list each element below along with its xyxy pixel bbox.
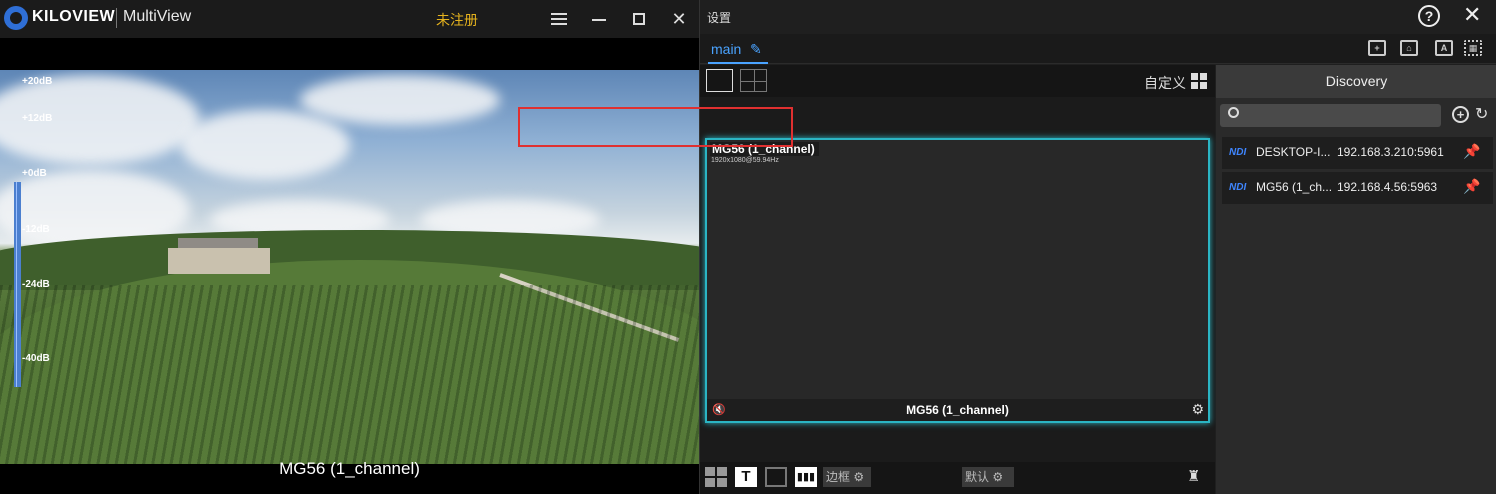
layout-toolbar: 自定义 (700, 65, 1215, 97)
db-label: +12dB (22, 113, 53, 124)
qr-icon[interactable]: ▦ (1464, 40, 1482, 56)
source-item[interactable]: NDI DESKTOP-I... 192.168.3.210:5961 📌 (1222, 137, 1493, 169)
db-label: -12dB (22, 224, 50, 235)
source-name: MG56 (1_ch... (1256, 180, 1333, 194)
discovery-panel: Discovery + ↻ NDI DESKTOP-I... 192.168.3… (1216, 65, 1496, 494)
db-label: +20dB (22, 76, 53, 87)
default-button[interactable]: 默认 ⚙ (962, 467, 1014, 487)
frame-icon[interactable] (765, 467, 787, 487)
cell-footer: 🔇 MG56 (1_channel) ⚙ (707, 399, 1208, 421)
refresh-icon[interactable]: ↻ (1475, 104, 1488, 124)
custom-layout-label[interactable]: 自定义 (1144, 73, 1186, 93)
close-icon[interactable]: ✕ (1463, 2, 1481, 28)
grid-icon[interactable] (1191, 73, 1207, 89)
source-item[interactable]: NDI MG56 (1_ch... 192.168.4.56:5963 📌 (1222, 172, 1493, 204)
chateau (168, 238, 270, 274)
highlight-box (518, 107, 793, 147)
menu-icon[interactable] (548, 8, 570, 30)
maximize-icon[interactable] (628, 8, 650, 30)
vine-rows (0, 285, 699, 464)
default-label: 默认 (965, 470, 990, 484)
add-window-icon[interactable]: + (1368, 40, 1386, 56)
layout-cell[interactable]: MG56 (1_channel) 1920x1080@59.94Hz 🔇 MG5… (705, 138, 1210, 423)
text-button[interactable]: T (735, 467, 757, 487)
source-name: DESKTOP-I... (1256, 145, 1331, 159)
player-titlebar: KILOVIEW MultiView 未注册 ✕ (0, 0, 699, 38)
ndi-badge: NDI (1229, 147, 1247, 158)
settings-title: 设置 (707, 11, 732, 25)
tab-main[interactable]: main (711, 41, 741, 57)
cell-resolution: 1920x1080@59.94Hz (711, 157, 779, 164)
register-status[interactable]: 未注册 (436, 10, 478, 30)
brand-name: KILOVIEW (32, 8, 116, 25)
discovery-title: Discovery (1216, 65, 1496, 98)
close-icon[interactable]: ✕ (668, 8, 690, 30)
kiloview-logo-icon (4, 6, 28, 30)
border-label: 边框 (826, 470, 851, 484)
border-button[interactable]: 边框 ⚙ (823, 467, 871, 487)
multiview-player-window: KILOVIEW MultiView 未注册 ✕ +20dB +12dB +0d… (0, 0, 699, 494)
pin-icon[interactable]: 📌 (1463, 143, 1480, 160)
cloud (180, 110, 350, 180)
search-input[interactable] (1220, 104, 1441, 127)
db-label: +0dB (22, 168, 47, 179)
grid-layout-icon[interactable] (705, 467, 727, 487)
settings-window: 设置 ? ✕ main ✎ + ⌂ A ▦ 自定义 MG56 (1_channe… (699, 0, 1496, 494)
source-ip: 192.168.3.210:5961 (1337, 145, 1444, 159)
cloud (300, 75, 500, 125)
gear-icon: ⚙ (853, 470, 865, 484)
video-title: MG56 (1_channel) (279, 459, 420, 478)
gear-icon: ⚙ (992, 470, 1004, 484)
source-ip: 192.168.4.56:5963 (1337, 180, 1438, 194)
bottom-toolbar: T ▮▮▮ 边框 ⚙ 默认 ⚙ ♜ (700, 462, 1215, 494)
gear-icon[interactable]: ⚙ (1191, 401, 1204, 418)
brand-divider (116, 8, 117, 28)
tab-active-indicator (708, 62, 768, 64)
clear-icon[interactable]: ♜ (1187, 467, 1205, 487)
minimize-icon[interactable] (588, 8, 610, 30)
pin-icon[interactable]: 📌 (1463, 178, 1480, 195)
audio-level-meter (14, 182, 21, 387)
add-source-icon[interactable]: + (1452, 106, 1469, 123)
text-icon[interactable]: A (1435, 40, 1453, 56)
audio-bars-icon[interactable]: ▮▮▮ (795, 467, 817, 487)
ndi-badge: NDI (1229, 182, 1247, 193)
layout-single-icon[interactable] (706, 69, 733, 92)
home-icon[interactable]: ⌂ (1400, 40, 1418, 56)
layout-quad-icon[interactable] (740, 69, 767, 92)
cell-label: MG56 (1_channel) (906, 403, 1009, 417)
help-icon[interactable]: ? (1418, 5, 1440, 27)
search-icon (1228, 107, 1239, 118)
edit-icon[interactable]: ✎ (750, 41, 762, 58)
db-label: -40dB (22, 353, 50, 364)
tab-bar: main ✎ + ⌂ A ▦ (700, 34, 1496, 64)
app-name: MultiView (123, 8, 192, 25)
db-label: -24dB (22, 279, 50, 290)
